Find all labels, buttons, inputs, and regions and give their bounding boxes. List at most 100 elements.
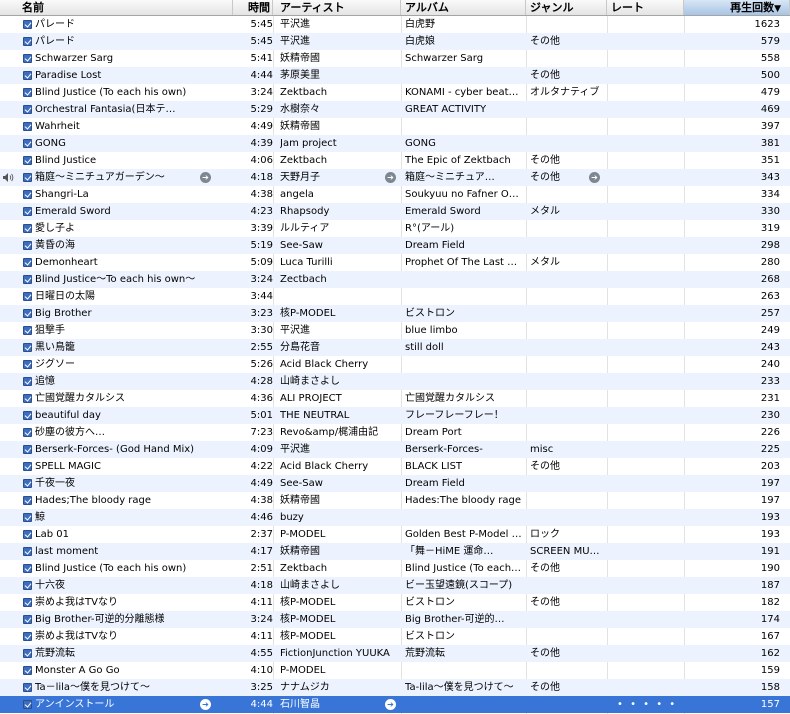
track-row[interactable]: Lab 01 2:37 P-MODEL Golden Best P-Model … ロッ…: [0, 526, 790, 543]
track-row[interactable]: Schwarzer Sarg 5:41 妖精帝國 Schwarzer Sarg 558: [0, 50, 790, 67]
track-row[interactable]: 砂塵の彼方へ… 7:23 Revo&amp/梶浦由記 Dream Port 226: [0, 424, 790, 441]
checkbox-checked-icon[interactable]: [23, 207, 32, 216]
checkbox-checked-icon[interactable]: [23, 258, 32, 267]
track-row[interactable]: 追憶 4:28 山崎まさよし 233: [0, 373, 790, 390]
track-row[interactable]: 箱庭～ミニチュアガーデン～ 4:18 天野月子 箱庭～ミニチュア… その他 343 ➔ ➔ ➔: [0, 169, 790, 186]
checkbox-checked-icon[interactable]: [23, 462, 32, 471]
track-rating[interactable]: [611, 203, 684, 220]
track-row[interactable]: Monster A Go Go 4:10 P-MODEL 159: [0, 662, 790, 679]
track-row[interactable]: Big Brother 3:23 核P-MODEL ビストロン 257: [0, 305, 790, 322]
checkbox-checked-icon[interactable]: [23, 88, 32, 97]
checkbox-checked-icon[interactable]: [23, 428, 32, 437]
track-row[interactable]: Emerald Sword 4:23 Rhapsody Emerald Sword メタ…: [0, 203, 790, 220]
track-row[interactable]: Shangri-La 4:38 angela Soukyuu no Fafner O……: [0, 186, 790, 203]
track-row[interactable]: 黄昏の海 5:19 See-Saw Dream Field 298: [0, 237, 790, 254]
track-rating[interactable]: [611, 577, 684, 594]
column-header-plays[interactable]: 再生回数▼: [684, 0, 790, 15]
track-rating[interactable]: [611, 611, 684, 628]
checkbox-checked-icon[interactable]: [23, 547, 32, 556]
track-rating[interactable]: [611, 67, 684, 84]
track-rating[interactable]: [611, 458, 684, 475]
checkbox-checked-icon[interactable]: [23, 666, 32, 675]
track-row[interactable]: Big Brother-可逆的分離態様 3:24 核P-MODEL Big Broth…: [0, 611, 790, 628]
track-row[interactable]: 狙撃手 3:30 平沢進 blue limbo 249: [0, 322, 790, 339]
track-rating[interactable]: [611, 135, 684, 152]
checkbox-checked-icon[interactable]: [23, 411, 32, 420]
track-rating[interactable]: [611, 424, 684, 441]
checkbox-checked-icon[interactable]: [23, 649, 32, 658]
track-row[interactable]: SPELL MAGIC 4:22 Acid Black Cherry BLACK LI…: [0, 458, 790, 475]
track-rating[interactable]: [611, 407, 684, 424]
track-row[interactable]: 崇めよ我はTVなり 4:11 核P-MODEL ビストロン 167: [0, 628, 790, 645]
go-arrow-icon[interactable]: ➔: [200, 172, 211, 183]
track-row[interactable]: Ta－lila～僕を見つけて～ 3:25 ナナムジカ Ta-lila～僕を見つけて～ そ…: [0, 679, 790, 696]
track-rating[interactable]: [611, 628, 684, 645]
track-row[interactable]: Berserk-Forces- (God Hand Mix) 4:09 平沢進 Ber…: [0, 441, 790, 458]
track-rating[interactable]: [611, 16, 684, 33]
track-rating[interactable]: [611, 475, 684, 492]
track-row[interactable]: GONG 4:39 Jam project GONG 381: [0, 135, 790, 152]
checkbox-checked-icon[interactable]: [23, 394, 32, 403]
checkbox-checked-icon[interactable]: [23, 54, 32, 63]
track-row[interactable]: 日曜日の太陽 3:44 263: [0, 288, 790, 305]
checkbox-checked-icon[interactable]: [23, 139, 32, 148]
checkbox-checked-icon[interactable]: [23, 275, 32, 284]
track-rating[interactable]: [611, 118, 684, 135]
track-rating[interactable]: [611, 645, 684, 662]
checkbox-checked-icon[interactable]: [23, 326, 32, 335]
track-row[interactable]: Paradise Lost 4:44 茅原美里 その他 500: [0, 67, 790, 84]
track-row[interactable]: Orchestral Fantasia(日本テ… 5:29 水樹奈々 GREAT AC…: [0, 101, 790, 118]
track-rating[interactable]: [611, 560, 684, 577]
track-row[interactable]: beautiful day 5:01 THE NEUTRAL フレーフレーフレー！ 23…: [0, 407, 790, 424]
track-rating[interactable]: [611, 441, 684, 458]
track-list[interactable]: 名前 時間 アーティスト アルバム ジャンル レート 再生回数▼ パレード 5:4…: [0, 0, 790, 714]
checkbox-checked-icon[interactable]: [23, 564, 32, 573]
track-rating[interactable]: [611, 50, 684, 67]
checkbox-checked-icon[interactable]: [23, 513, 32, 522]
track-rating[interactable]: [611, 662, 684, 679]
track-row[interactable]: 千夜一夜 4:49 See-Saw Dream Field 197: [0, 475, 790, 492]
track-rating[interactable]: [611, 305, 684, 322]
checkbox-checked-icon[interactable]: [23, 224, 32, 233]
track-rating[interactable]: [611, 390, 684, 407]
track-rating[interactable]: [611, 339, 684, 356]
track-rating[interactable]: [611, 169, 684, 186]
track-rating[interactable]: [611, 84, 684, 101]
track-rating[interactable]: [611, 186, 684, 203]
rating-dots[interactable]: • • • • •: [611, 696, 684, 713]
track-row[interactable]: Blind Justice (To each his own) 2:51 Zektb…: [0, 560, 790, 577]
track-rating[interactable]: [611, 526, 684, 543]
track-row[interactable]: 愛し子よ 3:39 ルルティア R°(アール) 319: [0, 220, 790, 237]
track-rating[interactable]: [611, 373, 684, 390]
track-row[interactable]: パレード 5:45 平沢進 白虎娘 その他 579: [0, 33, 790, 50]
track-row[interactable]: 黒い鳥籠 2:55 分島花音 still doll 243: [0, 339, 790, 356]
track-row[interactable]: Wahrheit 4:49 妖精帝國 397: [0, 118, 790, 135]
track-rating[interactable]: [611, 101, 684, 118]
go-arrow-icon[interactable]: ➔: [385, 699, 396, 710]
checkbox-checked-icon[interactable]: [23, 632, 32, 641]
checkbox-checked-icon[interactable]: [23, 37, 32, 46]
track-row[interactable]: 亡國覚醒カタルシス 4:36 ALI PROJECT 亡國覚醒カタルシス 231: [0, 390, 790, 407]
track-rating[interactable]: [611, 271, 684, 288]
track-row[interactable]: Demonheart 5:09 Luca Turilli Prophet Of The…: [0, 254, 790, 271]
checkbox-checked-icon[interactable]: [23, 343, 32, 352]
track-rating[interactable]: [611, 288, 684, 305]
track-rating[interactable]: [611, 152, 684, 169]
checkbox-checked-icon[interactable]: [23, 20, 32, 29]
checkbox-checked-icon[interactable]: [23, 173, 32, 182]
track-row[interactable]: 荒野流転 4:55 FictionJunction YUUKA 荒野流転 その他 162: [0, 645, 790, 662]
column-header-album[interactable]: アルバム: [401, 0, 526, 15]
track-row[interactable]: 鯨 4:46 buzy 193: [0, 509, 790, 526]
track-row[interactable]: Blind Justice 4:06 Zektbach The Epic of Zek…: [0, 152, 790, 169]
go-arrow-icon[interactable]: ➔: [385, 172, 396, 183]
checkbox-checked-icon[interactable]: [23, 700, 32, 709]
checkbox-checked-icon[interactable]: [23, 241, 32, 250]
track-row[interactable]: アンインストール 4:44 石川智晶 • • • • • 157 ➔ ➔: [0, 696, 790, 713]
track-row[interactable]: Blind Justice (To each his own) 3:24 Zektb…: [0, 84, 790, 101]
checkbox-checked-icon[interactable]: [23, 683, 32, 692]
checkbox-checked-icon[interactable]: [23, 190, 32, 199]
checkbox-checked-icon[interactable]: [23, 581, 32, 590]
track-rating[interactable]: [611, 492, 684, 509]
checkbox-checked-icon[interactable]: [23, 530, 32, 539]
track-row[interactable]: last moment 4:17 妖精帝國 「舞－HiME 運命… SCREEN MU……: [0, 543, 790, 560]
